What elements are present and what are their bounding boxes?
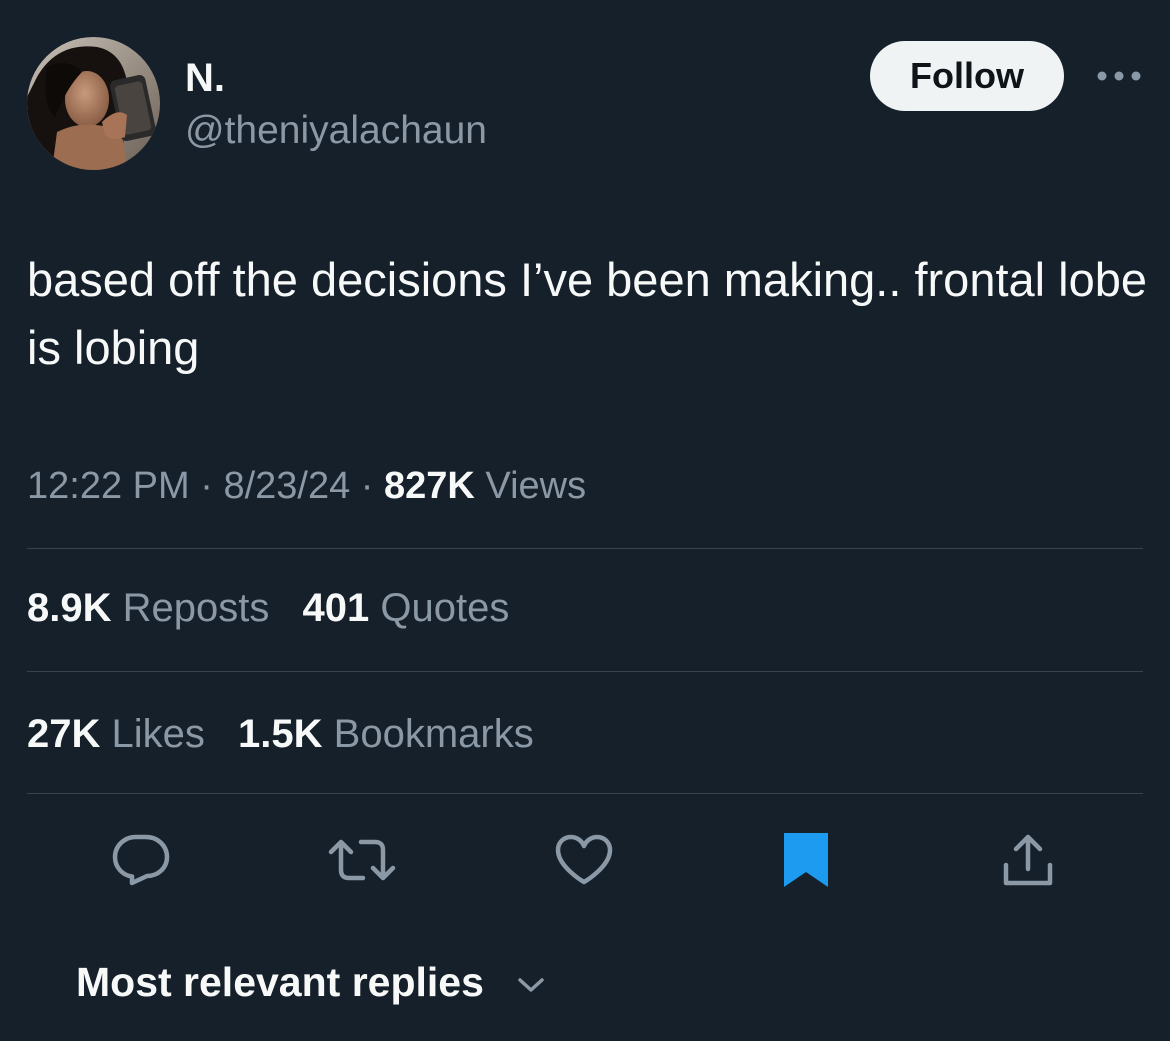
tweet-meta: 12:22 PM · 8/23/24 · 827K Views <box>27 458 586 514</box>
reposts-label: Reposts <box>122 586 270 630</box>
quotes-count: 401 <box>302 586 370 630</box>
share-icon <box>1003 834 1053 886</box>
reply-icon <box>112 834 170 886</box>
meta-separator: · <box>360 465 374 507</box>
like-icon <box>555 834 613 885</box>
tweet-date[interactable]: 8/23/24 <box>223 465 350 507</box>
repost-button[interactable] <box>324 822 400 898</box>
divider <box>27 793 1143 794</box>
follow-button[interactable]: Follow <box>870 41 1064 111</box>
chevron-down-icon <box>518 978 544 992</box>
action-bar <box>0 822 1170 898</box>
reposts-count: 8.9K <box>27 586 112 630</box>
reposts-stat[interactable]: 8.9K Reposts <box>27 580 269 636</box>
bookmarks-stat[interactable]: 1.5K Bookmarks <box>238 706 534 762</box>
bookmarks-label: Bookmarks <box>333 712 534 756</box>
stats-row-likes: 27K Likes 1.5K Bookmarks <box>27 706 556 762</box>
likes-label: Likes <box>111 712 205 756</box>
bookmark-icon <box>784 833 828 887</box>
stats-row-reposts: 8.9K Reposts 401 Quotes <box>27 580 531 636</box>
views-count: 827K <box>384 465 475 507</box>
replies-sort-label: Most relevant replies <box>76 959 484 1005</box>
tweet-text: based off the decisions I’ve been making… <box>27 253 1148 374</box>
likes-count: 27K <box>27 712 101 756</box>
share-button[interactable] <box>990 822 1066 898</box>
reply-button[interactable] <box>103 822 179 898</box>
author-display-name[interactable]: N. <box>185 52 225 104</box>
profile-photo <box>27 37 160 170</box>
more-horizontal-icon[interactable] <box>1094 64 1144 88</box>
bookmarks-count: 1.5K <box>238 712 323 756</box>
quotes-label: Quotes <box>380 586 510 630</box>
avatar[interactable] <box>27 37 160 170</box>
divider <box>27 548 1143 549</box>
replies-sort-dropdown[interactable]: Most relevant replies <box>76 952 546 1012</box>
author-handle[interactable]: @theniyalachaun <box>185 106 487 156</box>
bookmark-button[interactable] <box>768 822 844 898</box>
like-button[interactable] <box>546 822 622 898</box>
meta-separator: · <box>200 465 213 507</box>
repost-icon <box>328 839 396 881</box>
quotes-stat[interactable]: 401 Quotes <box>303 580 510 636</box>
tweet-time[interactable]: 12:22 PM <box>27 465 190 507</box>
likes-stat[interactable]: 27K Likes <box>27 706 205 762</box>
views-label: Views <box>485 465 587 507</box>
divider <box>27 671 1143 672</box>
